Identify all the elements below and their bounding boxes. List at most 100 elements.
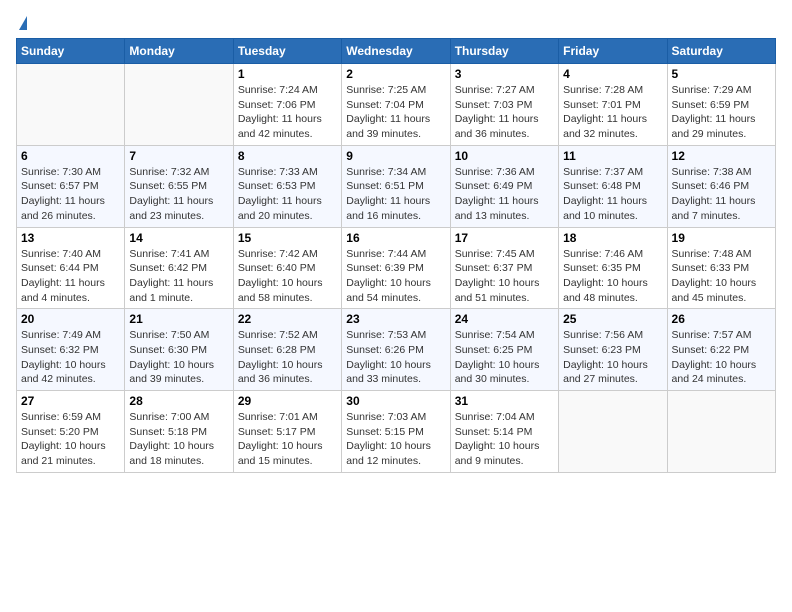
calendar-cell: 6 Sunrise: 7:30 AM Sunset: 6:57 PM Daylig… [17,145,125,227]
day-info: Sunrise: 7:28 AM Sunset: 7:01 PM Dayligh… [563,83,662,142]
day-number: 19 [672,231,771,245]
day-number: 31 [455,394,554,408]
calendar-cell: 16 Sunrise: 7:44 AM Sunset: 6:39 PM Dayli… [342,227,450,309]
calendar-cell: 17 Sunrise: 7:45 AM Sunset: 6:37 PM Dayli… [450,227,558,309]
logo-arrow-icon [19,16,27,30]
day-info: Sunrise: 7:01 AM Sunset: 5:17 PM Dayligh… [238,410,337,469]
page-header [16,16,776,26]
calendar-cell: 23 Sunrise: 7:53 AM Sunset: 6:26 PM Dayli… [342,309,450,391]
day-info: Sunrise: 7:45 AM Sunset: 6:37 PM Dayligh… [455,247,554,306]
day-info: Sunrise: 7:41 AM Sunset: 6:42 PM Dayligh… [129,247,228,306]
day-number: 1 [238,67,337,81]
day-info: Sunrise: 7:54 AM Sunset: 6:25 PM Dayligh… [455,328,554,387]
day-info: Sunrise: 7:00 AM Sunset: 5:18 PM Dayligh… [129,410,228,469]
calendar-cell: 24 Sunrise: 7:54 AM Sunset: 6:25 PM Dayli… [450,309,558,391]
calendar-cell: 14 Sunrise: 7:41 AM Sunset: 6:42 PM Dayli… [125,227,233,309]
calendar-cell: 8 Sunrise: 7:33 AM Sunset: 6:53 PM Daylig… [233,145,341,227]
calendar-cell: 29 Sunrise: 7:01 AM Sunset: 5:17 PM Dayli… [233,391,341,473]
calendar-cell: 2 Sunrise: 7:25 AM Sunset: 7:04 PM Daylig… [342,64,450,146]
day-number: 27 [21,394,120,408]
day-info: Sunrise: 7:27 AM Sunset: 7:03 PM Dayligh… [455,83,554,142]
calendar-week-row: 13Sunrise: 7:40 AM Sunset: 6:44 PM Dayli… [17,227,776,309]
calendar-cell: 31 Sunrise: 7:04 AM Sunset: 5:14 PM Dayli… [450,391,558,473]
day-info: Sunrise: 7:24 AM Sunset: 7:06 PM Dayligh… [238,83,337,142]
logo [16,16,27,26]
calendar-header-row: SundayMondayTuesdayWednesdayThursdayFrid… [17,39,776,64]
calendar-cell: 21 Sunrise: 7:50 AM Sunset: 6:30 PM Dayli… [125,309,233,391]
calendar-cell: 28 Sunrise: 7:00 AM Sunset: 5:18 PM Dayli… [125,391,233,473]
calendar-week-row: 20 Sunrise: 7:49 AM Sunset: 6:32 PM Dayli… [17,309,776,391]
day-info: Sunrise: 7:50 AM Sunset: 6:30 PM Dayligh… [129,328,228,387]
day-info: Sunrise: 7:32 AM Sunset: 6:55 PM Dayligh… [129,165,228,224]
day-info: Sunrise: 7:25 AM Sunset: 7:04 PM Dayligh… [346,83,445,142]
day-header-thursday: Thursday [450,39,558,64]
day-header-friday: Friday [559,39,667,64]
calendar-cell: 22Sunrise: 7:52 AM Sunset: 6:28 PM Dayli… [233,309,341,391]
day-info: Sunrise: 7:56 AM Sunset: 6:23 PM Dayligh… [563,328,662,387]
day-info: Sunrise: 7:53 AM Sunset: 6:26 PM Dayligh… [346,328,445,387]
day-info: Sunrise: 7:38 AM Sunset: 6:46 PM Dayligh… [672,165,771,224]
day-info: Sunrise: 7:57 AM Sunset: 6:22 PM Dayligh… [672,328,771,387]
day-number: 18 [563,231,662,245]
calendar-cell: 30 Sunrise: 7:03 AM Sunset: 5:15 PM Dayli… [342,391,450,473]
day-number: 28 [129,394,228,408]
calendar-cell: 13Sunrise: 7:40 AM Sunset: 6:44 PM Dayli… [17,227,125,309]
day-header-monday: Monday [125,39,233,64]
day-header-wednesday: Wednesday [342,39,450,64]
day-number: 22 [238,312,337,326]
day-number: 6 [21,149,120,163]
day-number: 16 [346,231,445,245]
day-number: 11 [563,149,662,163]
day-number: 7 [129,149,228,163]
day-header-tuesday: Tuesday [233,39,341,64]
day-number: 13 [21,231,120,245]
day-number: 29 [238,394,337,408]
day-info: Sunrise: 7:04 AM Sunset: 5:14 PM Dayligh… [455,410,554,469]
calendar-week-row: 27 Sunrise: 6:59 AM Sunset: 5:20 PM Dayli… [17,391,776,473]
day-number: 2 [346,67,445,81]
calendar-cell [17,64,125,146]
calendar-week-row: 1 Sunrise: 7:24 AM Sunset: 7:06 PM Daylig… [17,64,776,146]
day-number: 9 [346,149,445,163]
day-number: 4 [563,67,662,81]
calendar-cell [125,64,233,146]
day-info: Sunrise: 7:03 AM Sunset: 5:15 PM Dayligh… [346,410,445,469]
day-number: 25 [563,312,662,326]
calendar-table: SundayMondayTuesdayWednesdayThursdayFrid… [16,38,776,473]
calendar-cell: 11 Sunrise: 7:37 AM Sunset: 6:48 PM Dayli… [559,145,667,227]
calendar-cell: 20 Sunrise: 7:49 AM Sunset: 6:32 PM Dayli… [17,309,125,391]
calendar-cell: 18 Sunrise: 7:46 AM Sunset: 6:35 PM Dayli… [559,227,667,309]
day-number: 3 [455,67,554,81]
day-number: 23 [346,312,445,326]
calendar-cell: 26 Sunrise: 7:57 AM Sunset: 6:22 PM Dayli… [667,309,775,391]
day-number: 26 [672,312,771,326]
calendar-week-row: 6 Sunrise: 7:30 AM Sunset: 6:57 PM Daylig… [17,145,776,227]
calendar-cell: 12Sunrise: 7:38 AM Sunset: 6:46 PM Dayli… [667,145,775,227]
calendar-cell [559,391,667,473]
calendar-cell: 10Sunrise: 7:36 AM Sunset: 6:49 PM Dayli… [450,145,558,227]
day-number: 14 [129,231,228,245]
day-number: 20 [21,312,120,326]
calendar-cell: 27 Sunrise: 6:59 AM Sunset: 5:20 PM Dayli… [17,391,125,473]
day-number: 21 [129,312,228,326]
day-header-sunday: Sunday [17,39,125,64]
calendar-cell: 5Sunrise: 7:29 AM Sunset: 6:59 PM Daylig… [667,64,775,146]
day-info: Sunrise: 7:37 AM Sunset: 6:48 PM Dayligh… [563,165,662,224]
calendar-cell: 9 Sunrise: 7:34 AM Sunset: 6:51 PM Daylig… [342,145,450,227]
day-info: Sunrise: 7:34 AM Sunset: 6:51 PM Dayligh… [346,165,445,224]
day-info: Sunrise: 6:59 AM Sunset: 5:20 PM Dayligh… [21,410,120,469]
day-number: 17 [455,231,554,245]
day-number: 30 [346,394,445,408]
day-info: Sunrise: 7:33 AM Sunset: 6:53 PM Dayligh… [238,165,337,224]
day-info: Sunrise: 7:49 AM Sunset: 6:32 PM Dayligh… [21,328,120,387]
day-number: 8 [238,149,337,163]
day-info: Sunrise: 7:44 AM Sunset: 6:39 PM Dayligh… [346,247,445,306]
day-info: Sunrise: 7:42 AM Sunset: 6:40 PM Dayligh… [238,247,337,306]
calendar-cell: 3 Sunrise: 7:27 AM Sunset: 7:03 PM Daylig… [450,64,558,146]
day-number: 24 [455,312,554,326]
calendar-cell: 7 Sunrise: 7:32 AM Sunset: 6:55 PM Daylig… [125,145,233,227]
day-info: Sunrise: 7:30 AM Sunset: 6:57 PM Dayligh… [21,165,120,224]
calendar-cell: 1 Sunrise: 7:24 AM Sunset: 7:06 PM Daylig… [233,64,341,146]
day-info: Sunrise: 7:46 AM Sunset: 6:35 PM Dayligh… [563,247,662,306]
day-number: 5 [672,67,771,81]
